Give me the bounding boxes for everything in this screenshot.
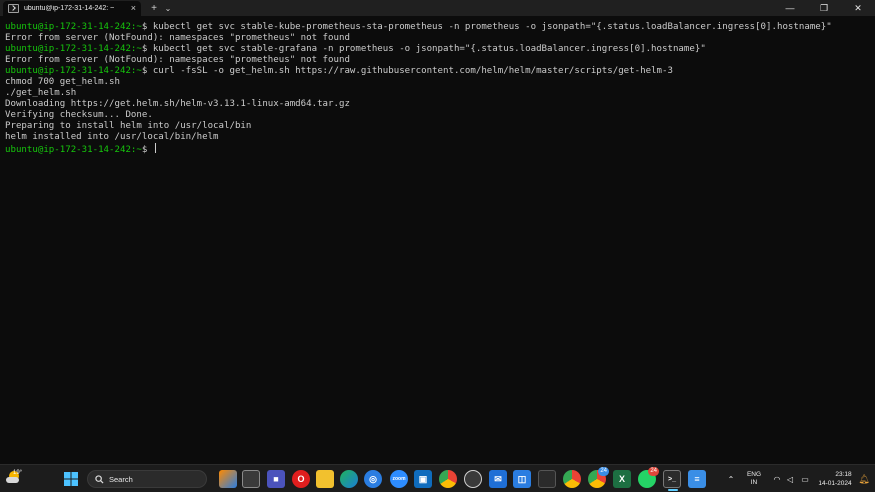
- shell-prompt: ubuntu@ip-172-31-14-242:~: [5, 66, 142, 76]
- tab-title: ubuntu@ip-172-31-14-242: ~: [24, 5, 115, 12]
- output-text: Verifying checksum... Done.: [5, 110, 153, 120]
- zoom-icon[interactable]: zoom: [390, 470, 408, 488]
- chrome-notification-badge: 24: [598, 467, 609, 476]
- output-text: Error from server (NotFound): namespaces…: [5, 55, 350, 65]
- excel-icon[interactable]: X: [613, 470, 631, 488]
- opera-icon[interactable]: O: [292, 470, 310, 488]
- whatsapp-notification-badge: 24: [648, 467, 659, 476]
- output-text: Error from server (NotFound): namespaces…: [5, 33, 350, 43]
- shell-prompt: ubuntu@ip-172-31-14-242:~: [5, 44, 142, 54]
- chrome-profile-icon[interactable]: [563, 470, 581, 488]
- tray-overflow-chevron-icon[interactable]: ⌃: [725, 465, 737, 492]
- command-text: kubectl get svc stable-kube-prometheus-s…: [152, 22, 832, 32]
- terminal-app-icon[interactable]: >_: [663, 470, 681, 491]
- terminal-output-line: Error from server (NotFound): namespaces…: [5, 33, 875, 44]
- terminal-output-line: Downloading https://get.helm.sh/helm-v3.…: [5, 99, 875, 110]
- prompt-symbol: $: [141, 44, 153, 54]
- chrome-profile-2-icon[interactable]: 24: [588, 467, 609, 488]
- taskbar: 19° Search ■ O ◎ zoom ▣ ✉ ◫ 24 X 24 >_ ≡…: [0, 464, 875, 492]
- edge-icon[interactable]: [340, 470, 358, 488]
- notification-bell-icon[interactable]: 🔔︎: [857, 465, 871, 492]
- text-cursor: [154, 143, 156, 153]
- terminal-tab[interactable]: ubuntu@ip-172-31-14-242: ~ ×: [3, 1, 141, 16]
- terminal-output[interactable]: ubuntu@ip-172-31-14-242:~$ kubectl get s…: [0, 16, 875, 464]
- shell-prompt: ubuntu@ip-172-31-14-242:~: [5, 22, 142, 32]
- terminal-command-line: ubuntu@ip-172-31-14-242:~$ curl -fsSL -o…: [5, 66, 875, 77]
- new-tab-button[interactable]: +: [147, 0, 161, 16]
- file-explorer-icon[interactable]: [316, 470, 334, 488]
- battery-icon[interactable]: ▭: [799, 465, 811, 492]
- command-text: kubectl get svc stable-grafana -n promet…: [152, 44, 706, 54]
- terminal-command-line: ubuntu@ip-172-31-14-242:~$: [5, 143, 875, 155]
- title-bar: ubuntu@ip-172-31-14-242: ~ × + ⌄ — ❐ ✕: [0, 0, 875, 16]
- taskbar-search[interactable]: Search: [87, 470, 207, 488]
- windows-icon: [64, 472, 78, 486]
- output-text: helm installed into /usr/local/bin/helm: [5, 132, 219, 142]
- volume-icon[interactable]: ◁: [784, 465, 796, 492]
- output-text: Downloading https://get.helm.sh/helm-v3.…: [5, 99, 350, 109]
- clock[interactable]: 23:18 14-01-2024: [815, 465, 855, 492]
- terminal-output-line: Error from server (NotFound): namespaces…: [5, 55, 875, 66]
- tab-dropdown-button[interactable]: ⌄: [161, 0, 175, 16]
- whatsapp-icon[interactable]: 24: [638, 467, 659, 488]
- language-region: IN: [750, 479, 758, 486]
- language-indicator[interactable]: ENG IN: [743, 465, 765, 492]
- copilot-icon[interactable]: [219, 470, 237, 488]
- teams-chat-icon[interactable]: ■: [267, 470, 285, 488]
- weather-cloud-icon: [6, 477, 19, 483]
- weather-temp: 19°: [13, 470, 23, 476]
- search-icon: [95, 474, 104, 484]
- notepad-icon[interactable]: ≡: [688, 470, 706, 488]
- terminal-output-line: Preparing to install helm into /usr/loca…: [5, 121, 875, 132]
- output-text: Preparing to install helm into /usr/loca…: [5, 121, 252, 131]
- shell-prompt: ubuntu@ip-172-31-14-242:~: [5, 145, 142, 155]
- task-view-icon[interactable]: [242, 470, 260, 488]
- terminal-command-line: ubuntu@ip-172-31-14-242:~$ kubectl get s…: [5, 22, 875, 33]
- weather-widget[interactable]: 19°: [4, 468, 28, 490]
- prompt-symbol: $: [141, 22, 153, 32]
- terminal-app-alt-icon[interactable]: [538, 470, 556, 488]
- mail-icon[interactable]: ✉: [489, 470, 507, 488]
- terminal-command-line: ubuntu@ip-172-31-14-242:~$ kubectl get s…: [5, 44, 875, 55]
- github-icon[interactable]: [464, 470, 482, 488]
- close-window-button[interactable]: ✕: [841, 0, 875, 16]
- minimize-button[interactable]: —: [773, 0, 807, 16]
- clock-date: 14-01-2024: [818, 480, 852, 487]
- start-button[interactable]: [62, 470, 80, 488]
- terminal-output-line: chmod 700 get_helm.sh: [5, 77, 875, 88]
- output-text: chmod 700 get_helm.sh: [5, 77, 120, 87]
- output-text: ./get_helm.sh: [5, 88, 77, 98]
- clock-time: 23:18: [835, 471, 852, 478]
- title-bar-drag-area[interactable]: [175, 0, 773, 16]
- browser-icon[interactable]: ◎: [364, 470, 382, 488]
- store-icon[interactable]: ▣: [414, 470, 432, 488]
- search-label: Search: [109, 474, 133, 484]
- maximize-button[interactable]: ❐: [807, 0, 841, 16]
- wifi-icon[interactable]: ◠: [771, 465, 783, 492]
- terminal-output-line: ./get_helm.sh: [5, 88, 875, 99]
- outlook-icon[interactable]: ◫: [513, 470, 531, 488]
- command-text: curl -fsSL -o get_helm.sh https://raw.gi…: [152, 66, 673, 76]
- tab-close-icon[interactable]: ×: [131, 4, 136, 13]
- language-code: ENG: [746, 471, 762, 478]
- chrome-icon[interactable]: [439, 470, 457, 488]
- terminal-output-line: helm installed into /usr/local/bin/helm: [5, 132, 875, 143]
- prompt-symbol: $: [141, 145, 153, 155]
- prompt-symbol: $: [141, 66, 153, 76]
- terminal-icon: [8, 4, 19, 13]
- terminal-output-line: Verifying checksum... Done.: [5, 110, 875, 121]
